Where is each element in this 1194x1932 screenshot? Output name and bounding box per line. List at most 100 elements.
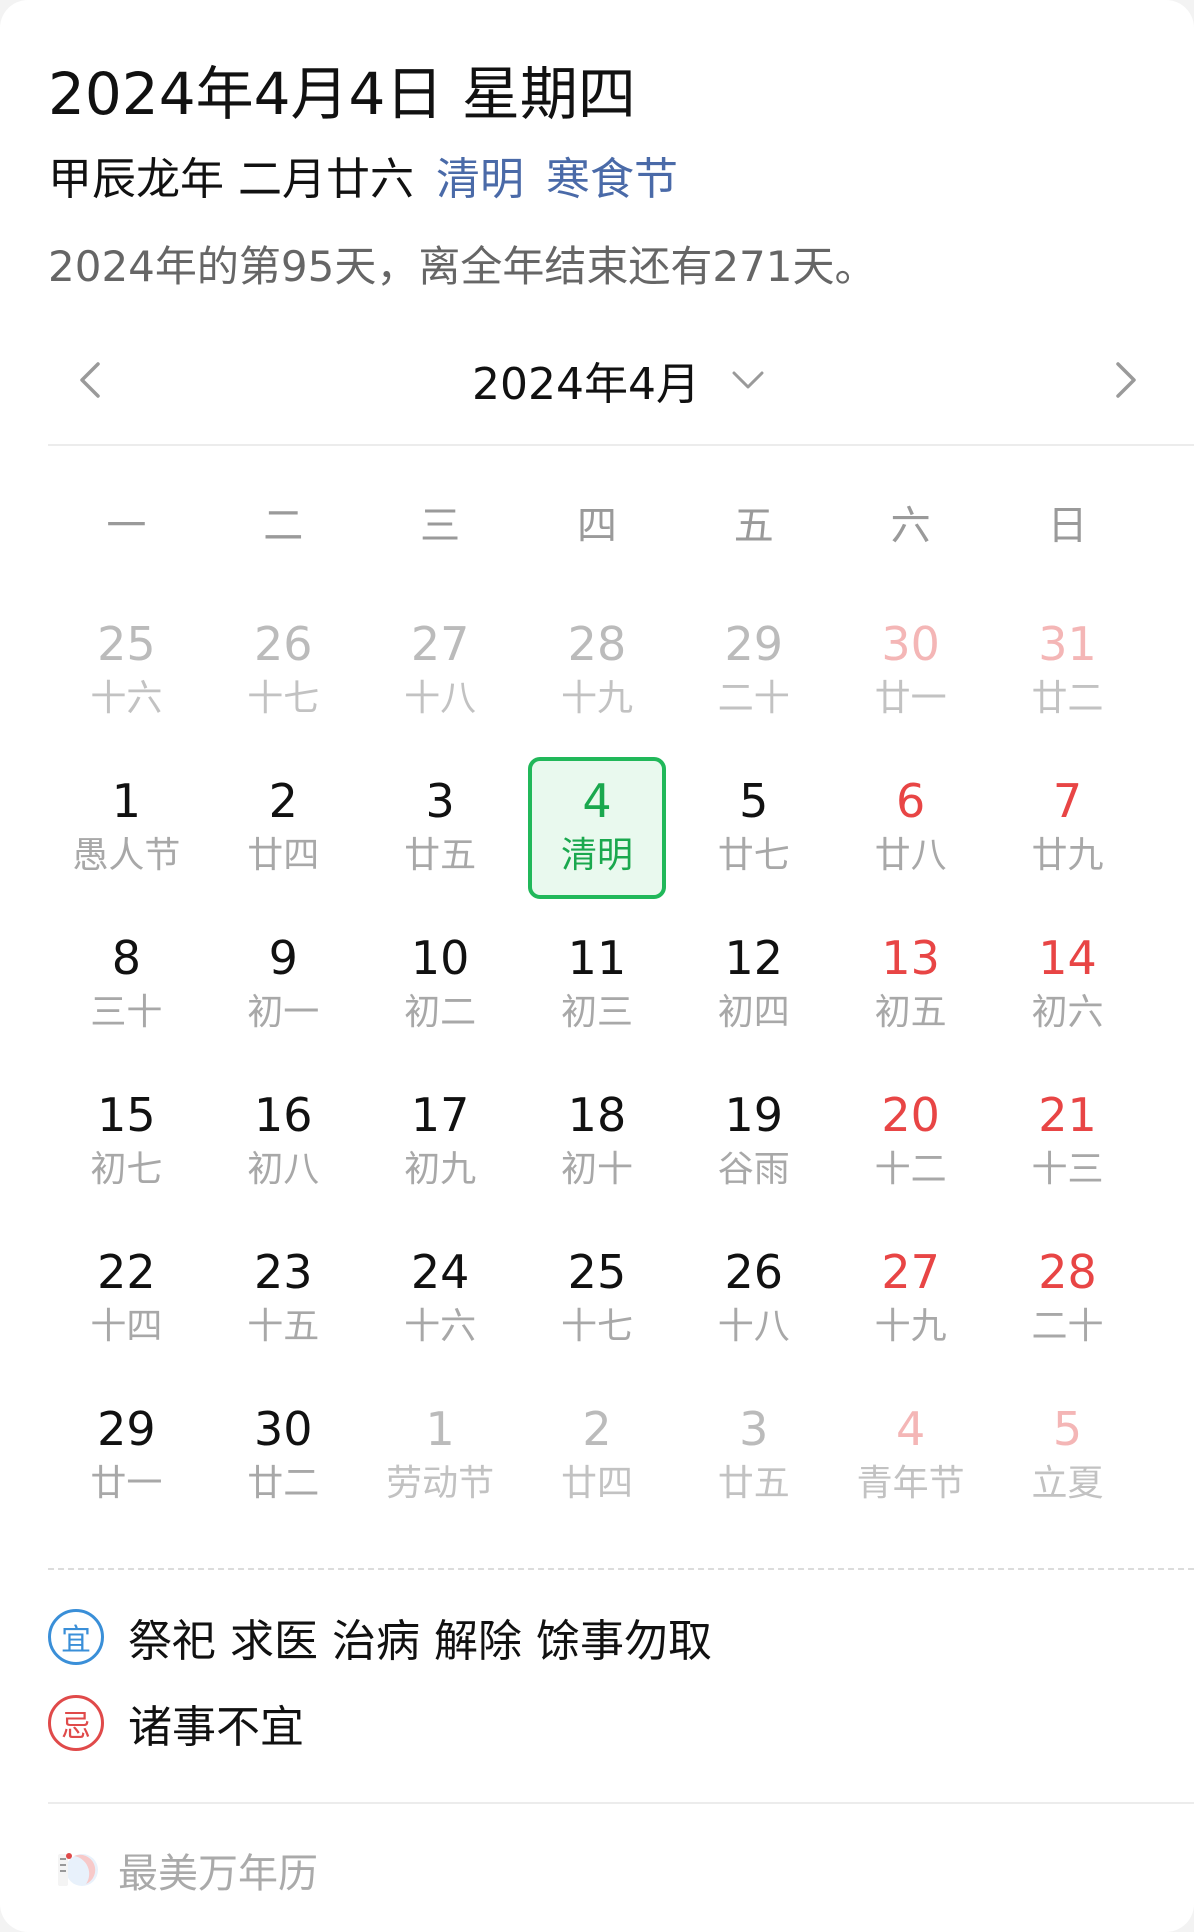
week-row: 29 廿一 30 廿二 1 劳动节 2 廿四 3 廿五 4 青年节 5 立夏 (48, 1381, 1146, 1538)
day-number: 12 (724, 931, 784, 985)
day-lunar-label: 二十 (717, 678, 790, 719)
day-cell[interactable]: 7 廿九 (989, 753, 1146, 910)
day-number: 30 (253, 1402, 313, 1456)
day-number: 4 (896, 1402, 926, 1456)
day-cell[interactable]: 25 十六 (48, 596, 205, 753)
day-number: 11 (567, 931, 627, 985)
year-progress: 2024年的第95天，离全年结束还有271天。 (48, 242, 877, 291)
day-cell[interactable]: 2 廿四 (205, 753, 362, 910)
day-lunar-label: 初四 (717, 992, 790, 1033)
day-lunar-label: 廿一 (874, 678, 947, 719)
day-cell[interactable]: 27 十八 (362, 596, 519, 753)
day-cell[interactable]: 9 初一 (205, 910, 362, 1067)
day-cell[interactable]: 11 初三 (519, 910, 676, 1067)
chevron-left-icon (80, 362, 100, 398)
day-cell[interactable]: 13 初五 (832, 910, 989, 1067)
day-cell[interactable]: 12 初四 (675, 910, 832, 1067)
yi-text: 祭祀 求医 治病 解除 馀事勿取 (128, 1616, 712, 1667)
day-cell[interactable]: 2 廿四 (519, 1381, 676, 1538)
day-cell[interactable]: 23 十五 (205, 1224, 362, 1381)
day-cell[interactable]: 22 十四 (48, 1224, 205, 1381)
day-cell[interactable]: 26 十八 (675, 1224, 832, 1381)
day-number: 15 (97, 1088, 156, 1142)
day-cell[interactable]: 29 廿一 (48, 1381, 205, 1538)
chevron-down-icon (732, 371, 764, 389)
chevron-right-icon (1116, 362, 1136, 398)
day-number: 21 (1038, 1088, 1097, 1142)
day-lunar-label: 初七 (90, 1149, 163, 1190)
day-number: 26 (724, 1245, 784, 1299)
day-cell[interactable]: 1 劳动节 (362, 1381, 519, 1538)
day-lunar-label: 廿五 (404, 835, 477, 876)
day-number: 9 (268, 931, 298, 985)
day-lunar-label: 劳动节 (386, 1463, 495, 1504)
day-cell[interactable]: 16 初八 (205, 1067, 362, 1224)
day-cell[interactable]: 5 立夏 (989, 1381, 1146, 1538)
week-row: 15 初七 16 初八 17 初九 18 初十 19 谷雨 20 十二 21 十三 (48, 1067, 1146, 1224)
day-number: 3 (739, 1402, 769, 1456)
day-lunar-label: 廿二 (1031, 678, 1104, 719)
day-cell[interactable]: 19 谷雨 (675, 1067, 832, 1224)
day-cell[interactable]: 27 十九 (832, 1224, 989, 1381)
day-cell[interactable]: 18 初十 (519, 1067, 676, 1224)
footer-brand: 最美万年历 (118, 1851, 318, 1897)
day-number: 23 (253, 1245, 313, 1299)
day-number: 27 (881, 1245, 940, 1299)
day-lunar-label: 十八 (404, 678, 477, 719)
day-cell[interactable]: 31 廿二 (989, 596, 1146, 753)
day-lunar-label: 廿四 (560, 1463, 633, 1504)
day-lunar-label: 十三 (1031, 1149, 1104, 1190)
day-lunar-label: 十七 (247, 678, 320, 719)
day-number: 17 (410, 1088, 470, 1142)
day-cell[interactable]: 17 初九 (362, 1067, 519, 1224)
day-cell-selected[interactable]: 4 清明 (519, 753, 676, 910)
day-cell[interactable]: 4 青年节 (832, 1381, 989, 1538)
day-number: 4 (582, 774, 612, 828)
day-cell[interactable]: 29 二十 (675, 596, 832, 753)
footer[interactable]: 最美万年历 (52, 1844, 318, 1897)
day-cell[interactable]: 8 三十 (48, 910, 205, 1067)
day-cell[interactable]: 24 十六 (362, 1224, 519, 1381)
solar-term-link[interactable]: 清明 (436, 154, 524, 205)
day-lunar-label: 十九 (874, 1306, 947, 1347)
yi-badge: 宜 (48, 1609, 104, 1665)
day-cell[interactable]: 15 初七 (48, 1067, 205, 1224)
day-number: 25 (97, 617, 156, 671)
next-month-button[interactable] (1096, 350, 1156, 410)
day-lunar-label: 廿七 (717, 835, 790, 876)
day-cell[interactable]: 28 十九 (519, 596, 676, 753)
day-lunar-label: 十四 (90, 1306, 163, 1347)
day-number: 28 (1038, 1245, 1097, 1299)
day-lunar-label: 谷雨 (717, 1149, 790, 1190)
month-picker[interactable]: 2024年4月 (48, 340, 1194, 420)
app-logo-icon (58, 1853, 98, 1886)
day-cell[interactable]: 3 廿五 (675, 1381, 832, 1538)
day-cell[interactable]: 26 十七 (205, 596, 362, 753)
day-number: 7 (1052, 774, 1083, 828)
day-cell[interactable]: 14 初六 (989, 910, 1146, 1067)
day-number: 5 (1052, 1402, 1083, 1456)
day-cell[interactable]: 6 廿八 (832, 753, 989, 910)
day-cell[interactable]: 3 廿五 (362, 753, 519, 910)
day-lunar-label: 十九 (560, 678, 633, 719)
day-cell[interactable]: 30 廿一 (832, 596, 989, 753)
calendar-card: 2024年4月4日 星期四 甲辰龙年 二月廿六 清明 寒食节 2024年的第95天，… (0, 0, 1194, 1932)
day-cell[interactable]: 10 初二 (362, 910, 519, 1067)
day-cell[interactable]: 25 十七 (519, 1224, 676, 1381)
day-lunar-label: 廿二 (247, 1463, 320, 1504)
day-cell[interactable]: 21 十三 (989, 1067, 1146, 1224)
day-lunar-label: 十八 (717, 1306, 790, 1347)
weekday-thu: 四 (576, 503, 617, 549)
day-cell[interactable]: 30 廿二 (205, 1381, 362, 1538)
prev-month-button[interactable] (62, 350, 122, 410)
day-lunar-label: 愚人节 (72, 835, 181, 876)
day-cell[interactable]: 1 愚人节 (48, 753, 205, 910)
day-cell[interactable]: 5 廿七 (675, 753, 832, 910)
day-cell[interactable]: 28 二十 (989, 1224, 1146, 1381)
day-cell[interactable]: 20 十二 (832, 1067, 989, 1224)
festival-link[interactable]: 寒食节 (546, 154, 678, 205)
day-number: 8 (111, 931, 142, 985)
day-number: 18 (567, 1088, 627, 1142)
day-number: 20 (881, 1088, 940, 1142)
lunar-date: 甲辰龙年 二月廿六 (48, 154, 414, 205)
